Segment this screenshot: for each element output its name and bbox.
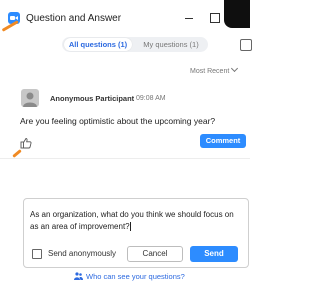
tab-all-questions[interactable]: All questions (1)	[64, 38, 132, 51]
send-button[interactable]: Send	[190, 246, 238, 262]
who-can-see-link[interactable]: Who can see your questions?	[74, 272, 185, 281]
avatar	[21, 89, 39, 107]
question-text: Are you feeling optimistic about the upc…	[20, 116, 216, 126]
title-bar: Question and Answer	[0, 0, 250, 30]
maximize-button[interactable]	[209, 12, 221, 24]
send-anonymously-label: Send anonymously	[48, 249, 117, 258]
window-title: Question and Answer	[26, 13, 122, 24]
chevron-down-icon	[231, 64, 239, 73]
question-input-text: As an organization, what do you think we…	[30, 210, 234, 231]
minimize-button[interactable]	[183, 12, 195, 24]
question-time: 09:08 AM	[136, 95, 166, 102]
participant-name: Anonymous Participant	[50, 94, 135, 103]
tab-my-questions[interactable]: My questions (1)	[136, 37, 206, 52]
highlight-accent	[12, 149, 22, 158]
window-edge	[224, 0, 250, 28]
sort-dropdown[interactable]: Most Recent	[190, 64, 239, 75]
sort-label: Most Recent	[190, 68, 230, 75]
who-can-see-text: Who can see your questions?	[86, 272, 185, 281]
comment-button[interactable]: Comment	[200, 134, 246, 148]
cancel-button[interactable]: Cancel	[127, 246, 183, 262]
text-cursor	[129, 222, 131, 232]
question-compose-box[interactable]: As an organization, what do you think we…	[23, 198, 249, 268]
popout-icon[interactable]	[240, 39, 252, 51]
question-input[interactable]: As an organization, what do you think we…	[30, 209, 240, 233]
qa-window: Question and Answer All questions (1) My…	[0, 0, 252, 284]
thumbs-up-icon[interactable]	[20, 136, 32, 149]
send-anonymously-checkbox[interactable]	[32, 249, 42, 259]
divider	[0, 158, 250, 159]
people-icon	[74, 272, 83, 280]
question-tabs: All questions (1) My questions (1)	[62, 37, 208, 52]
